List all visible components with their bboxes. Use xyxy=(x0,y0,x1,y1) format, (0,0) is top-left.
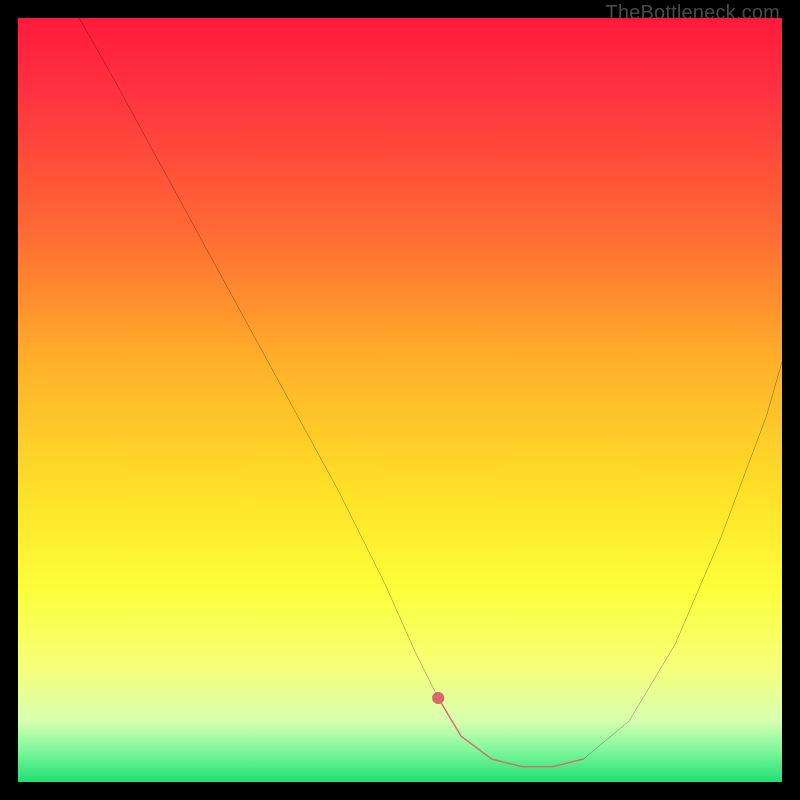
bottleneck-curve xyxy=(79,18,782,767)
plot-area xyxy=(18,18,782,782)
chart-frame: TheBottleneck.com xyxy=(0,0,800,800)
curve-svg xyxy=(18,18,782,782)
highlight-segment xyxy=(438,698,583,767)
